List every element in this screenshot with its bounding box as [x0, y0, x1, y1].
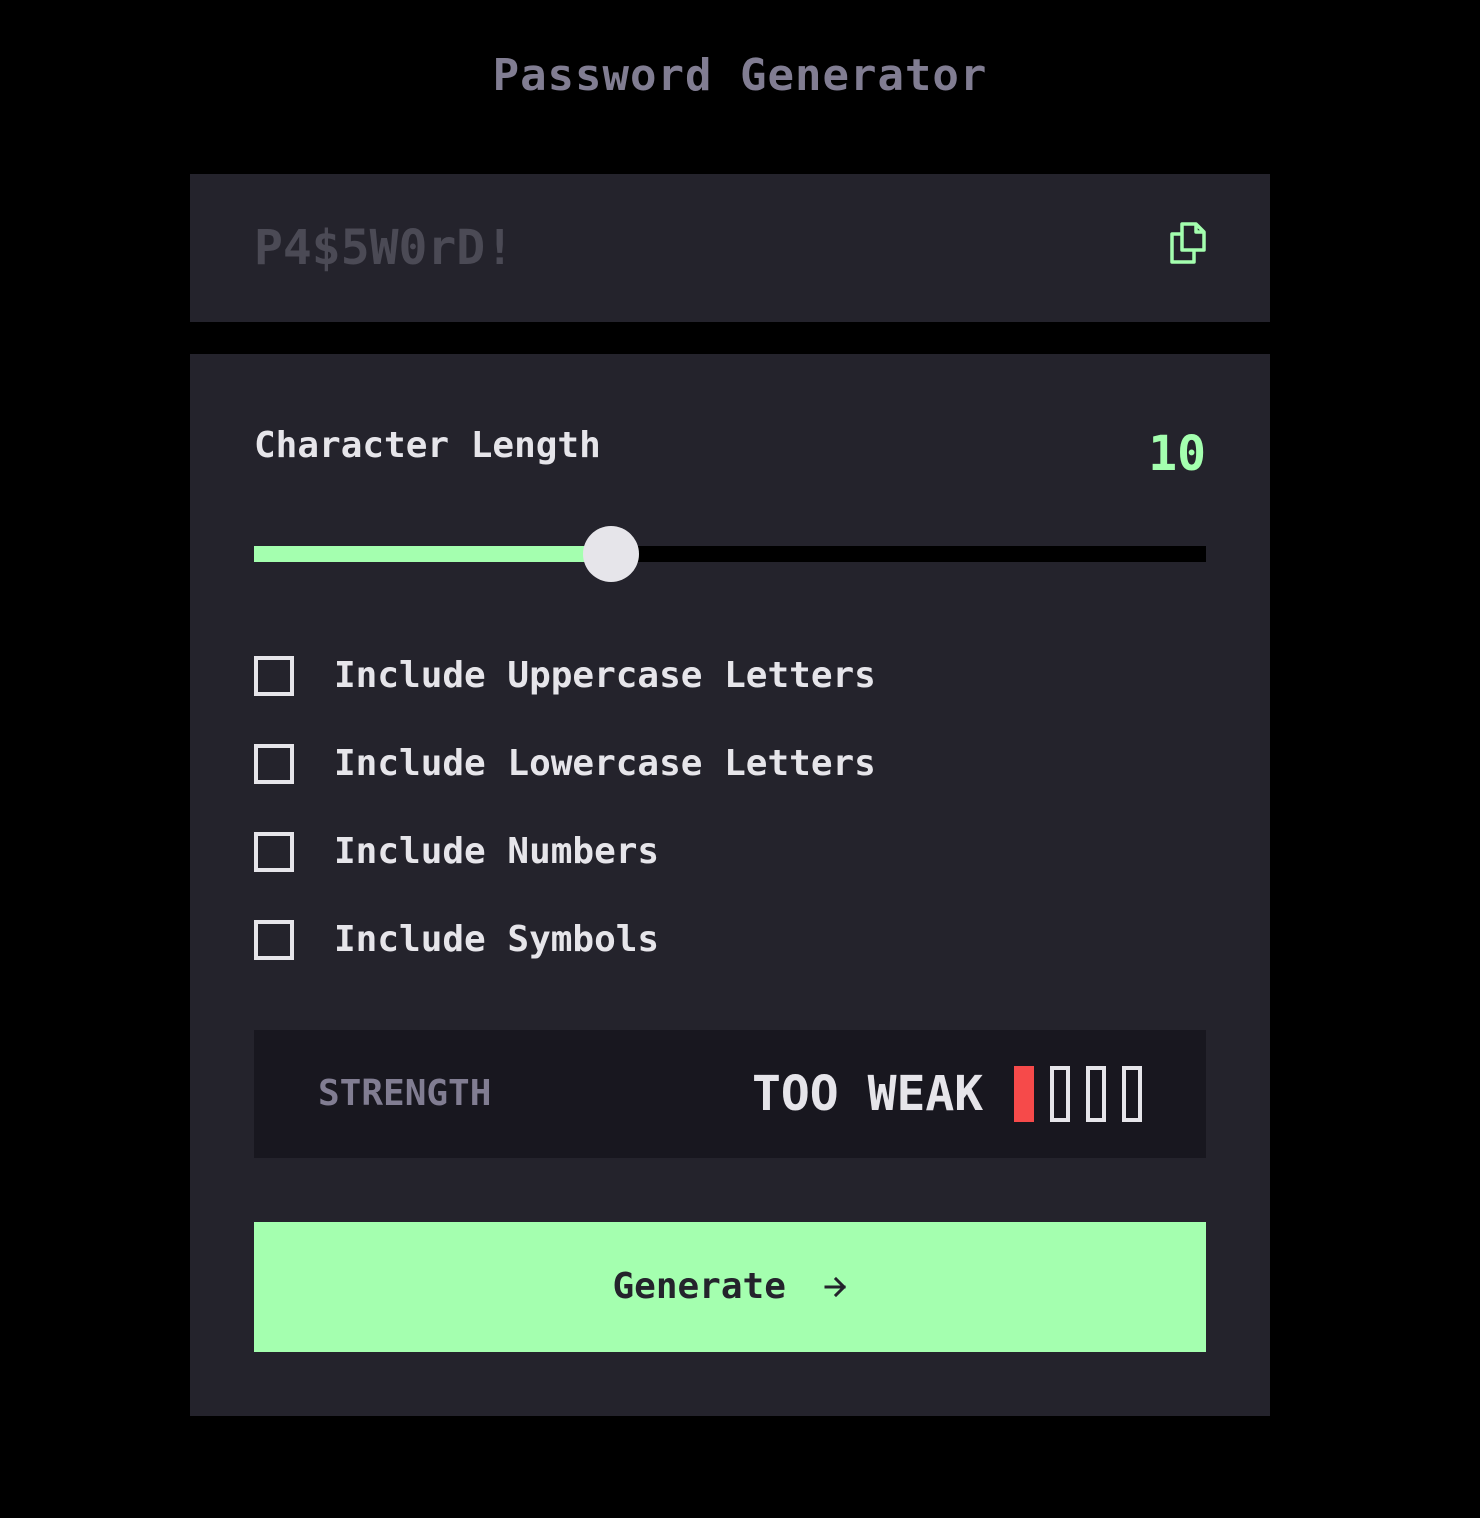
arrow-right-icon — [824, 1276, 846, 1298]
page-title: Password Generator — [492, 50, 988, 101]
strength-bar — [1050, 1066, 1070, 1122]
strength-label: STRENGTH — [318, 1073, 492, 1114]
password-output: P4$5W0rD! — [190, 174, 1270, 322]
checkbox-uppercase[interactable] — [254, 656, 294, 696]
option-label: Include Symbols — [334, 919, 660, 960]
strength-bar — [1014, 1066, 1034, 1122]
option-label: Include Lowercase Letters — [334, 743, 876, 784]
options-list: Include Uppercase Letters Include Lowerc… — [254, 654, 1206, 1006]
option-uppercase[interactable]: Include Uppercase Letters — [254, 654, 1206, 742]
strength-bar — [1086, 1066, 1106, 1122]
length-value: 10 — [1148, 426, 1206, 482]
strength-meter: STRENGTH TOO WEAK — [254, 1030, 1206, 1158]
checkbox-lowercase[interactable] — [254, 744, 294, 784]
checkbox-symbols[interactable] — [254, 920, 294, 960]
generate-label: Generate — [612, 1266, 786, 1307]
option-numbers[interactable]: Include Numbers — [254, 830, 1206, 918]
slider-thumb[interactable] — [583, 526, 639, 582]
generate-button[interactable]: Generate — [254, 1222, 1206, 1352]
strength-bar — [1122, 1066, 1142, 1122]
checkbox-numbers[interactable] — [254, 832, 294, 872]
option-label: Include Uppercase Letters — [334, 655, 876, 696]
length-slider[interactable] — [254, 524, 1206, 584]
generator-panel: Character Length 10 Include Uppercase Le… — [190, 354, 1270, 1416]
password-placeholder: P4$5W0rD! — [254, 220, 515, 276]
length-label: Character Length — [254, 425, 601, 466]
copy-icon — [1170, 222, 1206, 264]
copy-button[interactable] — [1168, 220, 1208, 266]
strength-value: TOO WEAK — [752, 1066, 984, 1122]
option-label: Include Numbers — [334, 831, 660, 872]
option-lowercase[interactable]: Include Lowercase Letters — [254, 742, 1206, 830]
slider-fill — [254, 546, 611, 562]
option-symbols[interactable]: Include Symbols — [254, 918, 1206, 1006]
